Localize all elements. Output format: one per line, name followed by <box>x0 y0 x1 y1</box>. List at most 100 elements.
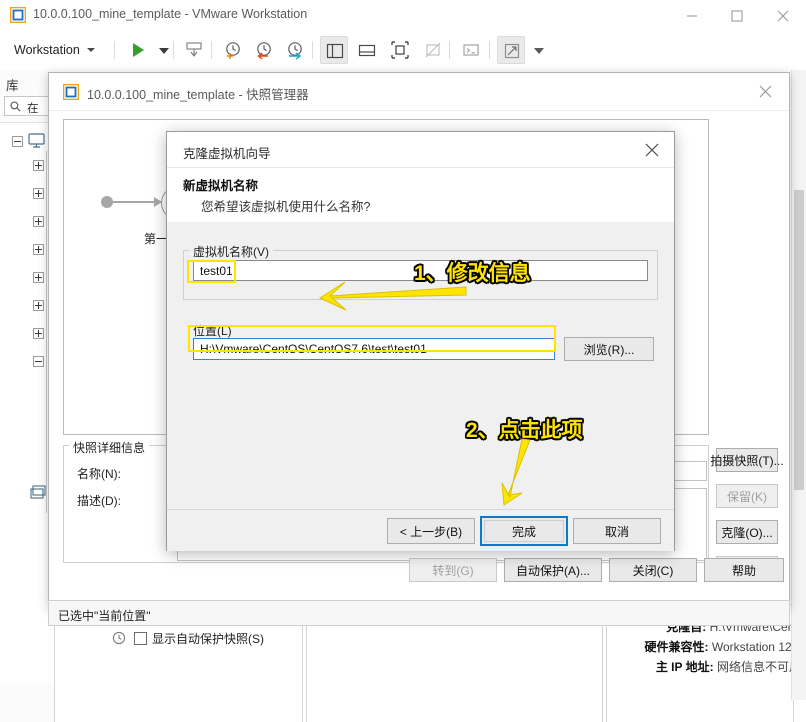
manage-snapshots-button[interactable] <box>281 36 309 64</box>
tree-expander-vm-8[interactable] <box>33 356 44 367</box>
main-toolbar: Workstation <box>0 30 806 71</box>
snapshot-manager-title-bar: 10.0.0.100_mine_template - 快照管理器 <box>49 73 789 111</box>
back-button-label: < 上一步(B) <box>399 524 463 539</box>
cancel-button-label: 取消 <box>604 524 629 539</box>
shared-vms-icon <box>30 485 47 504</box>
clone-wizard-dialog: 克隆虚拟机向导 新虚拟机名称 您希望该虚拟机使用什么名称? 虚拟机名称(V) t… <box>166 131 675 551</box>
tree-expander-vm-7[interactable] <box>33 328 44 339</box>
revert-snapshot-button[interactable] <box>250 36 278 64</box>
close-dialog-button-label: 关闭(C) <box>632 563 674 578</box>
keep-button-label: 保留(K) <box>727 489 767 504</box>
search-input-value: 在 <box>27 103 39 115</box>
clone-wizard-subheading: 您希望该虚拟机使用什么名称? <box>201 200 371 214</box>
clone-wizard-close-button[interactable] <box>630 132 674 166</box>
auto-protect-button[interactable]: 自动保护(A)... <box>504 558 602 582</box>
tree-expander-vm-4[interactable] <box>33 244 44 255</box>
main-title-bar: 10.0.0.100_mine_template - VMware Workst… <box>0 0 806 31</box>
cancel-button[interactable]: 取消 <box>573 518 661 544</box>
console-view-button[interactable] <box>457 36 485 64</box>
location-input-value: H:\Vmware\CentOS\CentOS7.6\test\test01 <box>200 342 427 356</box>
vmware-workstation-window: 10.0.0.100_mine_template - VMware Workst… <box>0 0 806 722</box>
bg-info-label-1: 硬件兼容性: <box>644 640 709 654</box>
arrow-down-icon <box>501 438 531 506</box>
close-dialog-button[interactable]: 关闭(C) <box>609 558 697 582</box>
status-bar: 已选中"当前位置" <box>48 600 790 626</box>
snapshot-connector-arrow <box>113 197 162 207</box>
bg-info-label-2: 主 IP 地址: <box>655 660 714 674</box>
clone-wizard-header: 新虚拟机名称 您希望该虚拟机使用什么名称? <box>167 168 674 223</box>
back-button[interactable]: < 上一步(B) <box>387 518 475 544</box>
snapshot-details-title: 快照详细信息 <box>69 439 150 456</box>
view-dropdown-button[interactable] <box>525 36 553 64</box>
keep-button: 保留(K) <box>716 484 778 508</box>
snapshot-manager-close-button[interactable] <box>743 73 789 109</box>
vmware-icon <box>62 83 80 101</box>
send-ctrl-alt-del-button[interactable] <box>180 36 208 64</box>
help-button-label: 帮助 <box>731 563 756 578</box>
search-input[interactable]: 在 <box>4 96 53 116</box>
goto-button-label: 转到(G) <box>432 563 474 578</box>
browse-button-label: 浏览(R)... <box>583 342 635 357</box>
vm-name-input-value: test01 <box>200 263 233 278</box>
location-group-label: 位置(L) <box>189 322 236 339</box>
minimize-button[interactable] <box>670 0 715 30</box>
chevron-down-icon <box>86 48 95 52</box>
snapshot-desc-label: 描述(D): <box>77 494 121 508</box>
stretch-guest-button[interactable] <box>497 36 525 64</box>
content-scrollbar[interactable] <box>791 70 806 700</box>
workstation-menu-label: Workstation <box>14 43 80 57</box>
bg-info-row-2: 主 IP 地址: 网络信息不可用 <box>656 658 801 675</box>
clone-button[interactable]: 克隆(O)... <box>716 520 778 544</box>
workstation-menu-button[interactable]: Workstation <box>8 30 101 70</box>
clone-wizard-footer: < 上一步(B) 完成 取消 <box>167 509 674 551</box>
bg-info-value-2: 网络信息不可用 <box>716 660 801 674</box>
status-bar-text: 已选中"当前位置" <box>58 609 151 623</box>
browse-button[interactable]: 浏览(R)... <box>564 337 654 361</box>
location-input[interactable]: H:\Vmware\CentOS\CentOS7.6\test\test01 <box>193 338 555 360</box>
maximize-button[interactable] <box>715 0 760 30</box>
host-monitor-icon <box>28 133 45 152</box>
tree-expander-vm-1[interactable] <box>33 160 44 171</box>
auto-protect-checkbox-label: 显示自动保护快照(S) <box>152 632 264 646</box>
auto-protect-checkbox-row[interactable]: 显示自动保护快照(S) <box>134 630 264 647</box>
auto-protect-checkbox[interactable] <box>134 632 147 645</box>
snapshot-name-label: 名称(N): <box>77 467 121 481</box>
close-button[interactable] <box>761 0 806 30</box>
search-icon <box>10 101 21 115</box>
clone-wizard-title: 克隆虚拟机向导 <box>183 147 271 161</box>
library-tree[interactable] <box>0 122 53 683</box>
goto-button: 转到(G) <box>409 558 497 582</box>
play-vm-button[interactable] <box>124 36 152 64</box>
tree-expander-root[interactable] <box>12 136 23 147</box>
full-screen-button[interactable] <box>386 36 414 64</box>
help-button[interactable]: 帮助 <box>704 558 784 582</box>
take-snapshot-action-button[interactable]: 拍摄快照(T)... <box>710 448 784 472</box>
clone-button-label: 克隆(O)... <box>721 525 773 540</box>
clone-wizard-heading: 新虚拟机名称 <box>183 179 259 193</box>
tree-expander-vm-5[interactable] <box>33 272 44 283</box>
arrow-left-icon <box>318 281 467 311</box>
library-header: 库 <box>6 79 19 93</box>
unity-mode-button[interactable] <box>419 36 447 64</box>
vmware-icon <box>9 6 27 24</box>
tree-expander-vm-2[interactable] <box>33 188 44 199</box>
show-thumbnail-bar-button[interactable] <box>353 36 381 64</box>
finish-button[interactable]: 完成 <box>480 516 568 546</box>
vm-name-group-label: 虚拟机名称(V) <box>189 243 273 260</box>
snapshot-origin-node <box>101 196 113 208</box>
history-clock-icon <box>112 631 126 648</box>
take-snapshot-action-label: 拍摄快照(T)... <box>710 453 784 468</box>
show-library-button[interactable] <box>320 36 348 64</box>
bg-info-value-1: Workstation 12.x <box>711 640 801 654</box>
tree-expander-vm-3[interactable] <box>33 216 44 227</box>
auto-protect-button-label: 自动保护(A)... <box>516 563 590 578</box>
scrollbar-thumb[interactable] <box>794 190 804 490</box>
bg-info-row-1: 硬件兼容性: Workstation 12.x <box>645 638 802 655</box>
library-panel: 库 在 <box>0 70 54 722</box>
finish-button-label: 完成 <box>511 524 536 539</box>
snapshot-manager-title: 10.0.0.100_mine_template - 快照管理器 <box>87 88 309 102</box>
clone-wizard-title-bar: 克隆虚拟机向导 <box>167 132 674 168</box>
take-snapshot-button[interactable] <box>219 36 247 64</box>
main-window-title: 10.0.0.100_mine_template - VMware Workst… <box>33 7 308 21</box>
tree-expander-vm-6[interactable] <box>33 300 44 311</box>
